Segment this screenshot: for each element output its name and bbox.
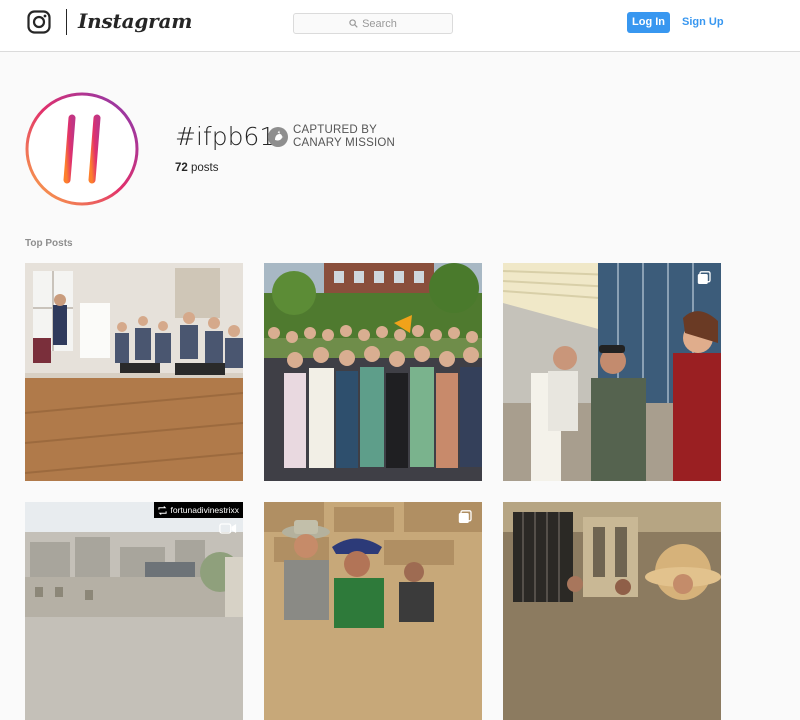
post-photo <box>264 263 482 481</box>
post-photo <box>503 263 721 481</box>
top-posts-label: Top Posts <box>25 238 73 249</box>
multiple-photos-icon <box>697 271 711 284</box>
post-count-number: 72 <box>175 162 188 174</box>
post-tile-5[interactable] <box>264 502 482 720</box>
instagram-glyph-icon[interactable] <box>27 10 51 34</box>
logo-divider <box>66 9 67 35</box>
post-photo <box>25 263 243 481</box>
repost-banner: fortunadivinestrixx <box>154 502 243 518</box>
repost-username: fortunadivinestrixx <box>170 505 239 515</box>
post-tile-3[interactable] <box>503 263 721 481</box>
post-photo <box>503 502 721 720</box>
capture-badge-line1: CAPTURED BY <box>293 124 377 136</box>
post-photo <box>25 502 243 720</box>
search-input[interactable]: Search <box>293 13 453 34</box>
hashtag-title: #ifpb61 <box>175 122 276 151</box>
instagram-wordmark[interactable]: Instagram <box>78 6 192 36</box>
capture-badge-line2: CANARY MISSION <box>293 136 396 149</box>
post-tile-6[interactable] <box>503 502 721 720</box>
login-button[interactable]: Log In <box>627 12 670 33</box>
search-placeholder: Search <box>362 17 397 30</box>
multiple-photos-icon <box>458 510 472 523</box>
magnifier-icon <box>349 19 358 28</box>
top-navigation-bar: Instagram Search Log In Sign Up <box>0 0 800 52</box>
post-count: 72 posts <box>175 162 219 174</box>
post-tile-1[interactable] <box>25 263 243 481</box>
capture-badge: CAPTURED BY CANARY MISSION <box>268 124 395 149</box>
post-count-word: posts <box>191 162 219 174</box>
post-photo <box>264 502 482 720</box>
canary-bird-icon <box>268 126 288 147</box>
hashtag-avatar <box>25 92 139 206</box>
video-camera-icon <box>219 523 237 534</box>
signup-link[interactable]: Sign Up <box>682 12 724 33</box>
repost-icon <box>158 505 168 515</box>
capture-badge-text: CAPTURED BY CANARY MISSION <box>293 124 395 149</box>
post-tile-2[interactable] <box>264 263 482 481</box>
post-tile-4[interactable]: fortunadivinestrixx <box>25 502 243 720</box>
